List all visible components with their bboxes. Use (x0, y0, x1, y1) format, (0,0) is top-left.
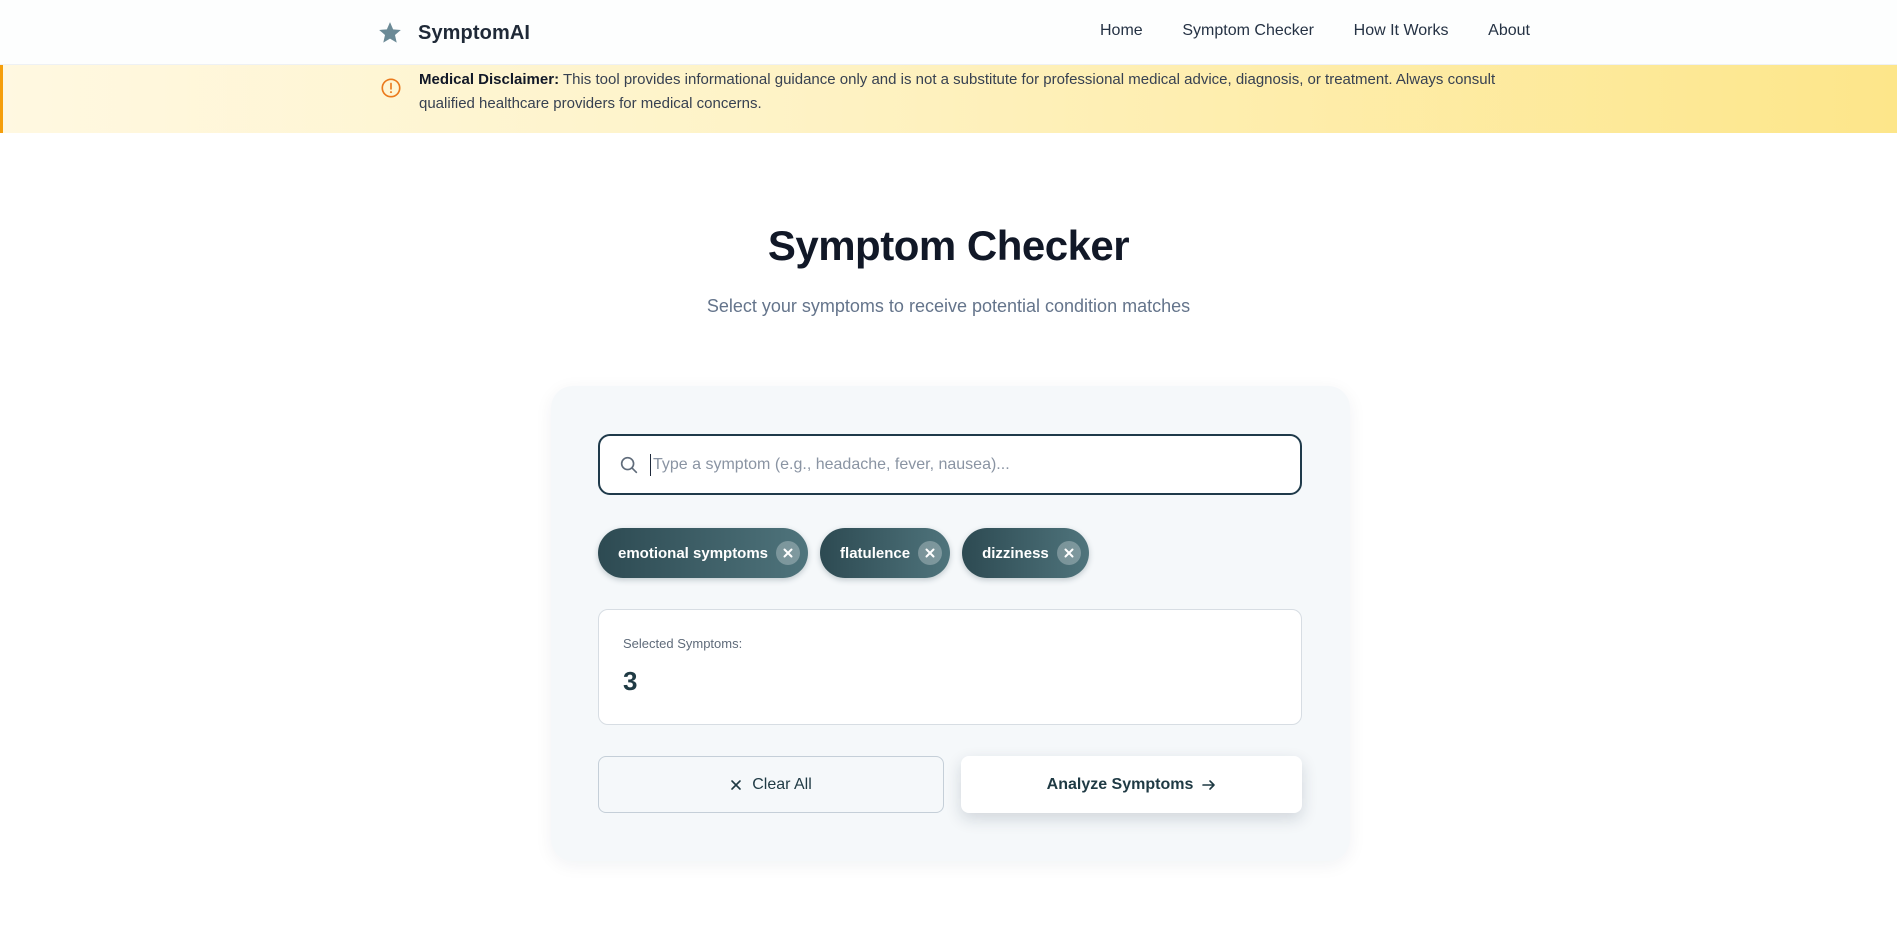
remove-chip-close-icon[interactable] (776, 541, 801, 565)
summary-label: Selected Symptoms: (623, 636, 743, 651)
star-icon (376, 19, 404, 47)
symptom-chip: flatulence (820, 528, 951, 578)
symptom-search-input[interactable] (650, 453, 1290, 476)
nav-symptom-checker[interactable]: Symptom Checker (1182, 22, 1314, 44)
brand[interactable]: SymptomAI (376, 17, 530, 49)
nav-about[interactable]: About (1488, 22, 1530, 44)
selected-count: 3 (623, 666, 638, 696)
disclaimer-text: Medical Disclaimer: This tool provides i… (419, 68, 1519, 116)
disclaimer-body: This tool provides informational guidanc… (419, 71, 1496, 112)
brand-name: SymptomAI (418, 21, 531, 44)
nav-how-it-works[interactable]: How It Works (1354, 22, 1449, 44)
analyze-symptoms-button[interactable]: Analyze Symptoms (961, 756, 1302, 813)
disclaimer-label: Medical Disclaimer: (419, 71, 560, 88)
remove-chip-close-icon[interactable] (918, 541, 943, 565)
clear-all-label: Clear All (752, 775, 812, 793)
selected-symptoms-summary: Selected Symptoms: 3 (598, 609, 1302, 725)
arrow-right-icon (1202, 779, 1216, 791)
page-subtitle: Select your symptoms to receive potentia… (706, 296, 1191, 316)
search-icon (618, 454, 640, 476)
medical-disclaimer-banner: Medical Disclaimer: This tool provides i… (0, 65, 1897, 133)
chip-label: emotional symptoms (618, 544, 769, 562)
clear-all-button[interactable]: Clear All (598, 756, 944, 813)
top-navbar: SymptomAI Home Symptom Checker How It Wo… (0, 0, 1897, 65)
page-title: Symptom Checker (767, 222, 1130, 269)
symptom-chip: emotional symptoms (598, 528, 809, 578)
search-box[interactable] (598, 434, 1302, 495)
close-icon (730, 779, 742, 791)
nav-home[interactable]: Home (1100, 22, 1143, 44)
main-nav: Home Symptom Checker How It Works About (1100, 22, 1530, 44)
chip-label: dizziness (982, 544, 1049, 562)
chip-label: flatulence (840, 544, 911, 562)
remove-chip-close-icon[interactable] (1056, 541, 1081, 565)
symptom-checker-card: emotional symptoms flatulence dizziness … (551, 386, 1350, 861)
selected-symptom-chips: emotional symptoms flatulence dizziness (598, 528, 1089, 578)
alert-circle-icon (380, 77, 402, 99)
analyze-label: Analyze Symptoms (1046, 775, 1194, 793)
symptom-chip: dizziness (962, 528, 1089, 578)
